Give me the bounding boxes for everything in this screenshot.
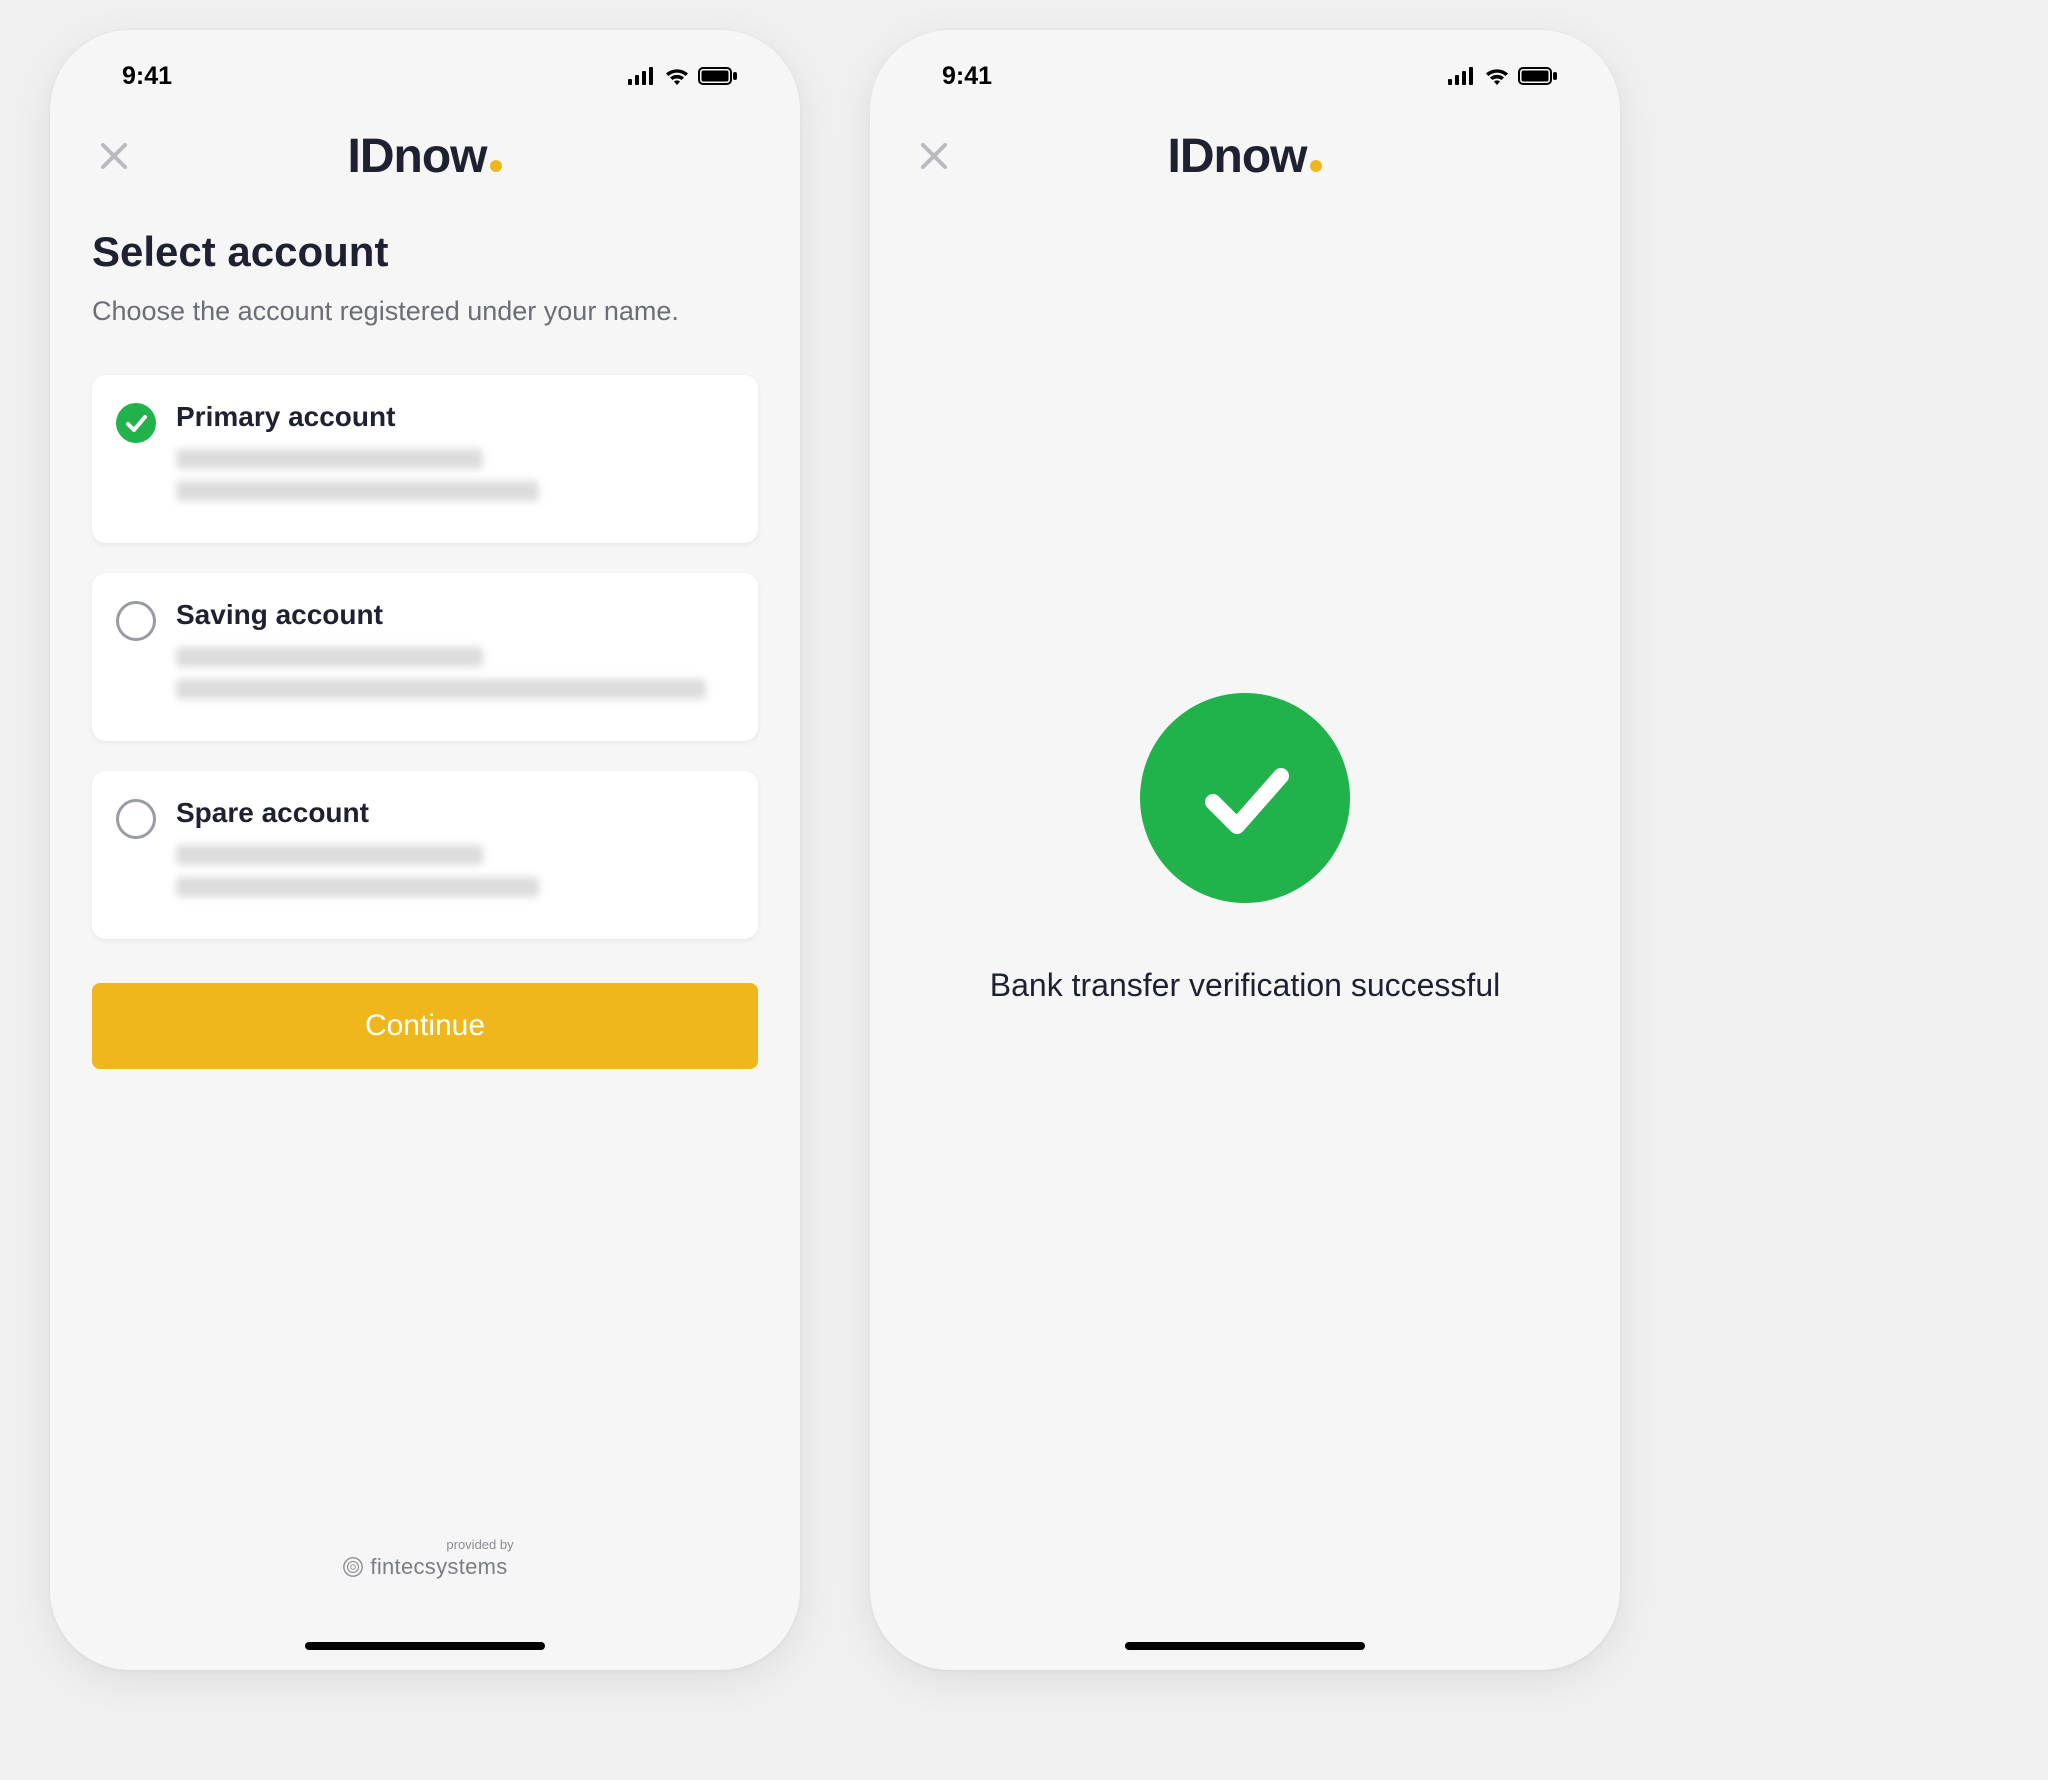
account-label: Saving account [176, 599, 734, 631]
radio-selected[interactable] [116, 403, 156, 443]
success-message: Bank transfer verification successful [990, 963, 1500, 1008]
fingerprint-icon [342, 1556, 364, 1578]
footer-prefix: provided by [336, 1537, 513, 1552]
account-option-spare[interactable]: Spare account [92, 771, 758, 939]
status-time: 9:41 [98, 62, 172, 91]
redacted-line [176, 679, 706, 699]
redacted-line [176, 449, 483, 469]
card-body: Spare account [176, 797, 734, 909]
status-icons [628, 67, 752, 85]
account-option-primary[interactable]: Primary account [92, 375, 758, 543]
page-subtitle: Choose the account registered under your… [92, 292, 758, 331]
close-icon [99, 141, 129, 171]
phone-select-account: 9:41 IDnow Select account Choose the acc… [50, 30, 800, 1670]
footer-brand: fintecsystems [342, 1554, 507, 1580]
topbar: IDnow [50, 112, 800, 200]
brand-dot-icon [490, 160, 502, 172]
success-badge [1140, 693, 1350, 903]
radio-unselected[interactable] [116, 799, 156, 839]
wifi-icon [664, 67, 690, 85]
cellular-icon [628, 67, 656, 85]
redacted-line [176, 877, 539, 897]
redacted-line [176, 647, 483, 667]
card-body: Primary account [176, 401, 734, 513]
account-option-saving[interactable]: Saving account [92, 573, 758, 741]
footer: provided by fintecsystems [50, 1537, 800, 1580]
battery-icon [698, 67, 738, 85]
footer-brand-text: fintecsystems [370, 1554, 507, 1580]
check-icon [124, 411, 148, 435]
brand-name: IDnow [348, 129, 487, 184]
continue-button[interactable]: Continue [92, 983, 758, 1069]
status-bar: 9:41 [50, 30, 800, 102]
card-body: Saving account [176, 599, 734, 711]
brand-logo: IDnow [348, 129, 503, 184]
phone-success: 9:41 IDnow Bank transfer verification su… [870, 30, 1620, 1670]
page-title: Select account [92, 228, 758, 276]
close-button[interactable] [92, 134, 136, 178]
account-label: Spare account [176, 797, 734, 829]
redacted-line [176, 845, 483, 865]
home-indicator[interactable] [1125, 1642, 1365, 1650]
redacted-line [176, 481, 539, 501]
content-area: Select account Choose the account regist… [50, 200, 800, 1069]
radio-unselected[interactable] [116, 601, 156, 641]
account-label: Primary account [176, 401, 734, 433]
check-icon [1185, 738, 1305, 858]
success-area: Bank transfer verification successful [870, 30, 1620, 1670]
home-indicator[interactable] [305, 1642, 545, 1650]
